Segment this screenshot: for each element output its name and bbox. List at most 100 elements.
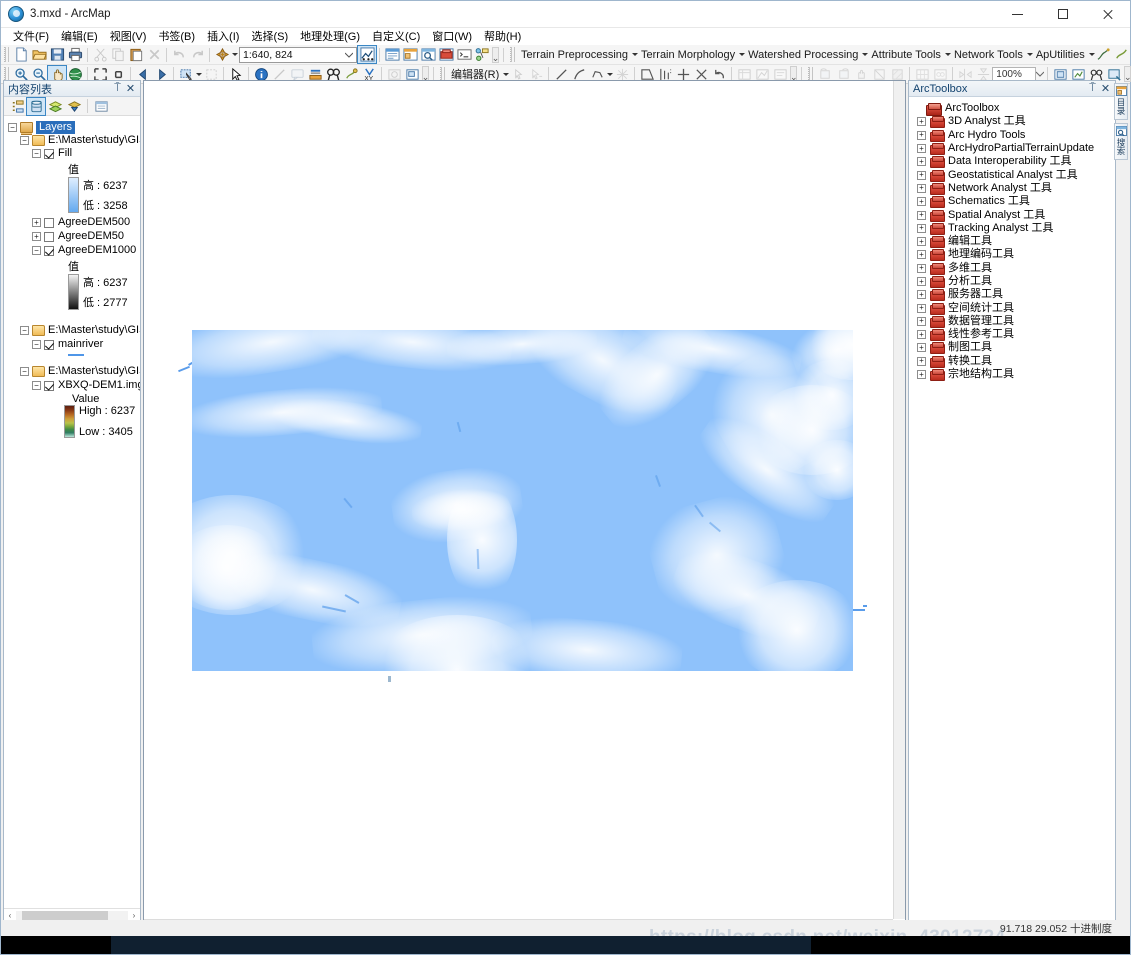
list-by-visibility-icon[interactable]	[46, 98, 64, 115]
menu-insert[interactable]: 插入(I)	[201, 29, 245, 45]
open-folder-icon[interactable]	[30, 46, 48, 63]
expand-icon[interactable]: +	[917, 210, 926, 220]
expand-icon[interactable]: +	[917, 303, 926, 313]
arctoolbox-item[interactable]: + Tracking Analyst 工具	[913, 222, 1115, 235]
arctoolbox-item[interactable]: + Geostatistical Analyst 工具	[913, 168, 1115, 182]
terrain-morphology-menu[interactable]: Terrain Morphology	[638, 48, 738, 62]
archydro-toolbar-grip[interactable]	[510, 47, 516, 62]
toc-layer-fill[interactable]: − Fill	[6, 147, 140, 160]
expand-icon[interactable]: +	[917, 157, 926, 167]
arctoolbox-item[interactable]: + Schematics 工具	[913, 195, 1115, 209]
arctoolbox-item[interactable]: + 地理编码工具	[913, 248, 1115, 262]
toc-root-layers[interactable]: − Layers	[6, 121, 140, 134]
toc-scroll-track[interactable]	[16, 910, 128, 920]
map-canvas[interactable]	[144, 81, 893, 919]
arctoolbox-item[interactable]: + 制图工具	[913, 341, 1115, 355]
list-by-source-icon[interactable]	[26, 96, 46, 116]
cut-icon[interactable]	[91, 46, 109, 63]
arctoolbox-item[interactable]: + 转换工具	[913, 355, 1115, 368]
expand-collapse-icon[interactable]: −	[8, 123, 17, 132]
expand-icon[interactable]: +	[917, 370, 926, 380]
zoom-percent-chevron-icon[interactable]	[1036, 67, 1045, 81]
expand-icon[interactable]: +	[917, 117, 926, 127]
save-icon[interactable]	[48, 46, 66, 63]
catalog-window-icon[interactable]	[401, 46, 419, 63]
menu-geoprocessing[interactable]: 地理处理(G)	[294, 29, 366, 45]
expand-icon[interactable]: +	[917, 263, 926, 273]
arctoolbox-item[interactable]: + 服务器工具	[913, 288, 1115, 302]
print-icon[interactable]	[66, 46, 84, 63]
toc-scroll-thumb[interactable]	[22, 910, 108, 920]
layer-visibility-checkbox[interactable]	[44, 231, 54, 242]
toc-tree[interactable]: − Layers − E:\Master\study\GIS\La − Fill…	[4, 117, 140, 908]
hydro-network-icon[interactable]	[1095, 46, 1113, 63]
toc-layer-mainriver[interactable]: − mainriver	[6, 338, 140, 351]
arctoolbox-item[interactable]: + 空间统计工具	[913, 301, 1115, 315]
toc-group-2[interactable]: − E:\Master\study\GIS\结	[6, 324, 140, 337]
expand-icon[interactable]: +	[917, 290, 926, 300]
expand-collapse-icon[interactable]: −	[20, 326, 29, 335]
flow-path-icon[interactable]	[1113, 46, 1131, 63]
arctoolbox-item[interactable]: +3D Analyst 工具	[913, 115, 1115, 129]
arctoolbox-tree[interactable]: ArcToolbox +3D Analyst 工具 + Arc Hydro Tool…	[909, 98, 1115, 921]
expand-collapse-icon[interactable]: −	[32, 381, 41, 390]
arctoolbox-item[interactable]: + 分析工具	[913, 275, 1115, 288]
menu-bookmarks[interactable]: 书签(B)	[152, 29, 201, 45]
layer-visibility-checkbox[interactable]	[44, 339, 54, 350]
toc-layer-agreedem500[interactable]: + AgreeDEM500	[6, 216, 140, 229]
toc-layer-agreedem50[interactable]: + AgreeDEM50	[6, 230, 140, 243]
toc-options-icon[interactable]	[92, 98, 110, 115]
expand-icon[interactable]: +	[917, 183, 926, 193]
python-window-icon[interactable]	[455, 46, 473, 63]
arctoolbox-item[interactable]: + 线性参考工具	[913, 328, 1115, 342]
chevron-down-icon[interactable]	[342, 48, 356, 62]
menu-edit[interactable]: 编辑(E)	[55, 29, 104, 45]
maximize-button[interactable]	[1040, 1, 1085, 28]
toc-group-1[interactable]: − E:\Master\study\GIS\La	[6, 134, 140, 147]
map-scale-combo[interactable]: 1:640, 824	[239, 46, 357, 63]
attribute-tools-menu[interactable]: Attribute Tools	[868, 48, 944, 62]
toolbar-grip[interactable]	[4, 47, 10, 62]
arctoolbox-item[interactable]: + 宗地结构工具	[913, 368, 1115, 382]
layer-visibility-checkbox[interactable]	[44, 245, 54, 256]
expand-collapse-icon[interactable]: −	[20, 367, 29, 376]
toc-close-button[interactable]: ✕	[124, 82, 137, 95]
search-window-icon[interactable]	[419, 46, 437, 63]
expand-icon[interactable]: +	[917, 250, 926, 260]
list-by-selection-icon[interactable]	[65, 98, 83, 115]
terrain-preprocessing-menu[interactable]: Terrain Preprocessing	[518, 48, 631, 62]
side-tab-search[interactable]: 搜索	[1114, 123, 1128, 160]
layer-visibility-checkbox[interactable]	[44, 148, 54, 159]
toc-layer-agreedem1000[interactable]: − AgreeDEM1000	[6, 244, 140, 257]
expand-collapse-icon[interactable]: −	[32, 246, 41, 255]
expand-icon[interactable]: +	[917, 316, 926, 326]
layer-visibility-checkbox[interactable]	[44, 380, 54, 391]
menu-selection[interactable]: 选择(S)	[245, 29, 294, 45]
close-button[interactable]	[1085, 1, 1130, 28]
expand-icon[interactable]: +	[917, 170, 926, 180]
arctoolbox-item-list[interactable]: +3D Analyst 工具 + Arc Hydro Tools + ArcHydroP…	[913, 115, 1115, 382]
arctoolbox-item[interactable]: + Data Interoperability 工具	[913, 155, 1115, 169]
copy-icon[interactable]	[109, 46, 127, 63]
redo-icon[interactable]	[188, 46, 206, 63]
georef-overflow-icon[interactable]: ⌄	[1124, 66, 1131, 82]
new-document-icon[interactable]	[12, 46, 30, 63]
add-data-icon[interactable]	[213, 46, 231, 63]
arctoolbox-item[interactable]: + 多维工具	[913, 262, 1115, 275]
expand-icon[interactable]: +	[917, 130, 926, 140]
model-builder-icon[interactable]	[473, 46, 491, 63]
arctoolbox-close-button[interactable]: ✕	[1099, 82, 1112, 95]
menu-windows[interactable]: 窗口(W)	[426, 29, 478, 45]
expand-collapse-icon[interactable]: −	[32, 340, 41, 349]
toc-layer-xbxq-dem1[interactable]: − XBXQ-DEM1.img	[6, 379, 140, 392]
minimize-button[interactable]	[995, 1, 1040, 28]
map-vertical-scrollbar[interactable]	[893, 81, 905, 919]
arctoolbox-item[interactable]: + Network Analyst 工具	[913, 182, 1115, 195]
aputilities-menu[interactable]: ApUtilities	[1033, 48, 1088, 62]
expand-icon[interactable]: +	[917, 197, 926, 207]
list-by-drawing-order-icon[interactable]	[8, 98, 26, 115]
expand-collapse-icon[interactable]: −	[20, 136, 29, 145]
toc-group-3[interactable]: − E:\Master\study\GIS\结	[6, 365, 140, 378]
menu-view[interactable]: 视图(V)	[104, 29, 153, 45]
menu-customize[interactable]: 自定义(C)	[366, 29, 426, 45]
